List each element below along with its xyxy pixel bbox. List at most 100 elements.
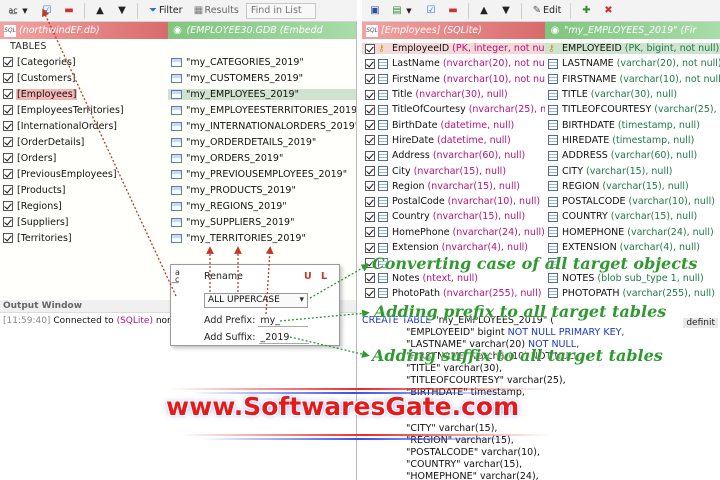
edit-button[interactable]: ✎ Edit bbox=[528, 2, 564, 20]
source-table-name: [InternationalOrders] bbox=[17, 120, 117, 132]
key-icon: ⚷ bbox=[548, 43, 555, 54]
field-checkbox[interactable] bbox=[365, 89, 375, 100]
filter-button[interactable]: ⏷ Filter bbox=[144, 2, 186, 20]
table-mapping-row[interactable]: [OrderDetails] "my_ORDERDETAILS_2019" bbox=[0, 134, 356, 150]
table-mapping-row[interactable]: [Suppliers] "my_SUPPLIERS_2019" bbox=[0, 214, 356, 230]
table-mapping-row[interactable]: [Customers] "my_CUSTOMERS_2019" bbox=[0, 70, 356, 86]
prefix-input[interactable]: my_ bbox=[258, 315, 309, 327]
field-mapping-row[interactable]: PhotoPath (nvarchar(255), null) PHOTOPATH(… bbox=[362, 286, 720, 301]
field-checkbox[interactable] bbox=[365, 211, 375, 222]
uppercase-button[interactable]: U bbox=[304, 271, 312, 282]
results-button[interactable]: ▦ Results bbox=[190, 2, 242, 20]
field-mapping-row[interactable]: BirthDate (datetime, null) BIRTHDATE (times… bbox=[362, 117, 720, 132]
remove-field-button[interactable]: ✖ bbox=[599, 2, 617, 20]
field-checkbox[interactable] bbox=[365, 166, 375, 177]
field-checkbox[interactable] bbox=[365, 43, 375, 54]
source-table-name: [OrderDetails] bbox=[17, 136, 85, 148]
field-checkbox[interactable] bbox=[365, 288, 375, 299]
chevron-down-icon: ▼ bbox=[22, 6, 28, 15]
field-checkbox[interactable] bbox=[365, 181, 375, 192]
field-mapping-row[interactable]: FirstName (nvarchar(10), not null) FIRSTNA… bbox=[362, 72, 720, 87]
field-mapping-row[interactable]: Country (nvarchar(15), null) COUNTRY (varch… bbox=[362, 209, 720, 224]
row-checkbox[interactable] bbox=[3, 201, 13, 211]
arrow-down-icon: ▼ bbox=[502, 4, 510, 16]
source-field-type: (nvarchar(4), null) bbox=[441, 242, 529, 253]
field-checkbox[interactable] bbox=[365, 135, 375, 146]
find-in-list-input[interactable] bbox=[245, 2, 316, 19]
field-mapping-row[interactable]: HireDate (datetime, null) HIREDATE (timesta… bbox=[362, 133, 720, 148]
suffix-input[interactable]: _2019 bbox=[258, 332, 309, 344]
row-checkbox[interactable] bbox=[3, 89, 13, 99]
case-tool-button[interactable]: a͟c ▼ bbox=[4, 2, 34, 20]
field-checkbox[interactable] bbox=[365, 242, 375, 253]
uncheck-all-button[interactable]: ▬ bbox=[60, 2, 78, 20]
field-icon bbox=[378, 135, 388, 146]
row-checkbox[interactable] bbox=[3, 185, 13, 195]
table-mapping-row[interactable]: [Products] "my_PRODUCTS_2019" bbox=[0, 182, 356, 198]
row-checkbox[interactable] bbox=[3, 137, 13, 147]
field-checkbox[interactable] bbox=[365, 120, 375, 131]
target-table-name: "my_INTERNATIONALORDERS_2019" bbox=[186, 120, 356, 132]
field-down-button[interactable]: ▼ bbox=[497, 2, 515, 20]
row-checkbox[interactable] bbox=[3, 217, 13, 227]
source-table-header[interactable]: SQL [Employees] (SQLite) bbox=[362, 22, 545, 39]
row-checkbox[interactable] bbox=[3, 73, 13, 83]
options-button[interactable]: ▤ ▼ bbox=[388, 2, 418, 20]
field-checkbox[interactable] bbox=[365, 227, 375, 238]
field-mapping-row[interactable]: HomePhone (nvarchar(24), null) HOMEPHONE (v… bbox=[362, 225, 720, 240]
field-mapping-row[interactable]: PostalCode (nvarchar(10), null) POSTALCODE… bbox=[362, 194, 720, 209]
target-field-name: PHOTOPATH bbox=[562, 287, 620, 299]
target-table-header[interactable]: ◉ "my_EMPLOYEES_2019" (Fir bbox=[545, 22, 720, 39]
table-mapping-row[interactable]: [PreviousEmployees] "my_PREVIOUSEMPLOYEES… bbox=[0, 166, 356, 182]
field-icon bbox=[548, 150, 558, 161]
field-checkbox[interactable] bbox=[365, 104, 375, 115]
lowercase-button[interactable]: L bbox=[321, 271, 327, 282]
field-mapping-row[interactable]: City (nvarchar(15), null) CITY (varchar(15)… bbox=[362, 163, 720, 178]
field-icon bbox=[548, 181, 558, 192]
row-checkbox[interactable] bbox=[3, 153, 13, 163]
field-mapping-row[interactable]: Address (nvarchar(60), null) ADDRESS (varch… bbox=[362, 148, 720, 163]
field-checkbox[interactable] bbox=[365, 74, 375, 85]
check-fields-button[interactable]: ☑ bbox=[422, 2, 440, 20]
table-mapping-row[interactable]: [InternationalOrders] "my_INTERNATIONALOR… bbox=[0, 118, 356, 134]
row-checkbox[interactable] bbox=[3, 121, 13, 131]
field-mapping-row[interactable]: Region (nvarchar(15), null) REGION (varchar… bbox=[362, 179, 720, 194]
field-mapping-row[interactable]: TitleOfCourtesy(nvarchar(25), null) TITLE… bbox=[362, 102, 720, 117]
field-checkbox[interactable] bbox=[365, 58, 375, 69]
table-mapping-row[interactable]: [Employees] "my_EMPLOYEES_2019" bbox=[0, 86, 356, 102]
save-button[interactable]: ▣ bbox=[366, 2, 384, 20]
field-mapping-row[interactable]: LastName (nvarchar(20), not null) LASTNAME… bbox=[362, 56, 720, 71]
field-checkbox[interactable] bbox=[365, 196, 375, 207]
definition-tab[interactable]: definit bbox=[683, 318, 718, 328]
table-mapping-row[interactable]: [Regions] "my_REGIONS_2019" bbox=[0, 198, 356, 214]
field-checkbox[interactable] bbox=[365, 150, 375, 161]
check-all-button[interactable]: ☑ bbox=[38, 2, 56, 20]
row-checkbox[interactable] bbox=[3, 57, 13, 67]
case-mode-select[interactable]: ALL UPPERCASE bbox=[204, 293, 308, 308]
field-mapping-row[interactable]: Extension (nvarchar(4), null) EXTENSION (va… bbox=[362, 240, 720, 255]
uncheck-fields-button[interactable]: ▬ bbox=[444, 2, 462, 20]
move-down-button[interactable]: ▼ bbox=[113, 2, 131, 20]
row-checkbox[interactable] bbox=[3, 105, 13, 115]
add-field-button[interactable]: ✚ bbox=[577, 2, 595, 20]
target-db-header[interactable]: ◉ (EMPLOYEE30.GDB (Embedd bbox=[167, 22, 356, 39]
target-table-name: "my_ORDERDETAILS_2019" bbox=[186, 136, 317, 148]
row-checkbox[interactable] bbox=[3, 169, 13, 179]
field-checkbox[interactable] bbox=[365, 273, 375, 284]
source-field-type: (datetime, null) bbox=[440, 119, 515, 131]
table-mapping-row[interactable]: [Orders] "my_ORDERS_2019" bbox=[0, 150, 356, 166]
row-checkbox[interactable] bbox=[3, 233, 13, 243]
field-mapping-row[interactable]: Title (nvarchar(30), null) TITLE (varchar(3… bbox=[362, 87, 720, 102]
target-field-name: FIRSTNAME bbox=[562, 73, 617, 85]
table-mapping-row[interactable]: [Categories] "my_CATEGORIES_2019" bbox=[0, 54, 356, 70]
table-icon bbox=[171, 137, 182, 147]
field-icon bbox=[378, 166, 388, 177]
table-mapping-row[interactable]: [EmployeesTerritories] "my_EMPLOYEESTERRI… bbox=[0, 102, 356, 118]
move-up-button[interactable]: ▲ bbox=[91, 2, 109, 20]
field-mapping-row[interactable]: ⚷ EmployeeID (PK, integer, not null) ⚷ EMPLO… bbox=[362, 41, 720, 56]
field-up-button[interactable]: ▲ bbox=[475, 2, 493, 20]
target-table-name: "my_EMPLOYEES_2019" bbox=[186, 88, 299, 100]
source-db-header[interactable]: SQL (northwindEF.db) bbox=[0, 22, 168, 39]
target-field-name: HIREDATE bbox=[562, 134, 610, 146]
table-mapping-row[interactable]: [Territories] "my_TERRITORIES_2019" bbox=[0, 230, 356, 246]
